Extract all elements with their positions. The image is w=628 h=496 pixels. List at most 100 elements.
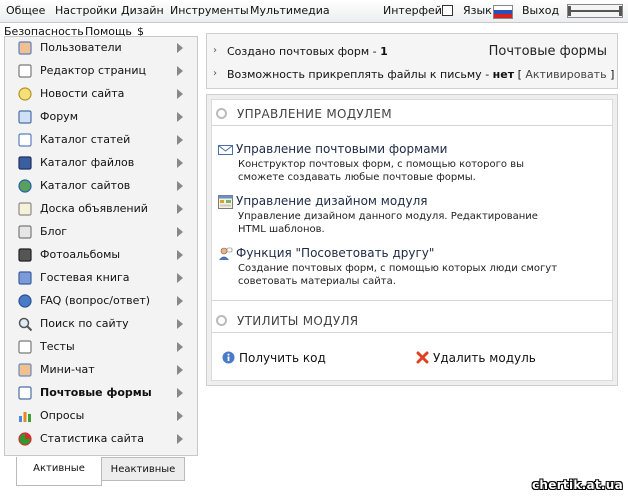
sidebar-item[interactable]: Опросы bbox=[5, 405, 197, 427]
activate-bracket-close: ] bbox=[606, 68, 615, 81]
tab-active-modules[interactable]: Активные bbox=[16, 457, 102, 486]
articles-icon bbox=[18, 133, 32, 147]
sidebar-item-label: Статистика сайта bbox=[40, 432, 144, 445]
sidebar-item[interactable]: Статистика сайта bbox=[5, 428, 197, 450]
utils-heading-text: УТИЛИТЫ МОДУЛЯ bbox=[237, 314, 359, 328]
menu-design[interactable]: Дизайн bbox=[121, 4, 164, 17]
sidebar-item[interactable]: Каталог файлов bbox=[5, 152, 197, 174]
width-slider[interactable] bbox=[567, 4, 623, 18]
module-management-heading-text: УПРАВЛЕНИЕ МОДУЛЕМ bbox=[237, 107, 392, 121]
page-editor-icon bbox=[18, 64, 32, 78]
polls-chart-icon bbox=[19, 412, 31, 422]
design-window-icon bbox=[218, 195, 233, 209]
tab-inactive-modules[interactable]: Неактивные bbox=[101, 457, 185, 481]
chevron-right-icon bbox=[177, 411, 183, 421]
chevron-right-icon bbox=[177, 43, 183, 53]
sidebar-item[interactable]: Каталог сайтов bbox=[5, 175, 197, 197]
chevron-right-icon bbox=[177, 89, 183, 99]
design-link[interactable]: Управление дизайном модуля bbox=[236, 194, 427, 208]
interface-checkbox[interactable] bbox=[442, 5, 453, 16]
menu-general[interactable]: Общее bbox=[6, 4, 45, 17]
tab-inactive-label: Неактивные bbox=[110, 464, 176, 475]
mail-forms-icon bbox=[18, 386, 32, 400]
watermark-text: chertik.at.ua bbox=[532, 478, 624, 492]
sidebar-item-label: Фотоальбомы bbox=[40, 248, 121, 261]
sidebar-item-label: Новости сайта bbox=[40, 87, 125, 100]
chat-icon bbox=[18, 363, 32, 377]
stats-pie-icon bbox=[18, 432, 32, 446]
sidebar-item-label: Тесты bbox=[40, 340, 75, 353]
sidebar-item[interactable]: Гостевая книга bbox=[5, 267, 197, 289]
slider-cap-right bbox=[619, 6, 622, 16]
mail-forms-desc: Конструктор почтовых форм, с помощью кот… bbox=[238, 159, 524, 183]
heading-bullet-icon bbox=[216, 315, 227, 326]
panel-inner: УПРАВЛЕНИЕ МОДУЛЕМ Управление почтовыми … bbox=[211, 99, 613, 381]
sidebar-item[interactable]: FAQ (вопрос/ответ) bbox=[5, 290, 197, 312]
sidebar-item[interactable]: Форум bbox=[5, 106, 197, 128]
sidebar-item[interactable]: Доска объявлений bbox=[5, 198, 197, 220]
chevron-right-icon bbox=[177, 135, 183, 145]
sidebar-item-label: Каталог файлов bbox=[40, 156, 135, 169]
menu-multimedia[interactable]: Мультимедиа bbox=[250, 4, 330, 17]
tests-icon bbox=[18, 340, 32, 354]
sidebar-item-label: Доска объявлений bbox=[40, 202, 148, 215]
sidebar-item-label: Почтовые формы bbox=[40, 386, 152, 399]
russian-flag-icon[interactable] bbox=[493, 5, 513, 19]
search-icon bbox=[18, 317, 33, 332]
module-management-panel: УПРАВЛЕНИЕ МОДУЛЕМ Управление почтовыми … bbox=[206, 94, 618, 386]
sidebar-item-label: Гостевая книга bbox=[40, 271, 130, 284]
board-icon bbox=[18, 202, 32, 216]
utils-divider bbox=[212, 332, 612, 333]
created-forms-count: 1 bbox=[380, 45, 388, 58]
sidebar-item-label: Редактор страниц bbox=[40, 64, 147, 77]
activate-link[interactable]: Активировать bbox=[525, 68, 606, 81]
mail-forms-link[interactable]: Управление почтовыми формами bbox=[236, 142, 447, 156]
sidebar-item[interactable]: Мини-чат bbox=[5, 359, 197, 381]
sidebar-item[interactable]: Тесты bbox=[5, 336, 197, 358]
forum-icon bbox=[18, 110, 32, 124]
get-code-button[interactable]: Получить код bbox=[222, 351, 326, 365]
sidebar-item-label: Мини-чат bbox=[40, 363, 95, 376]
recommend-desc: Создание почтовых форм, с помощью которы… bbox=[238, 263, 558, 287]
sidebar-item[interactable]: Почтовые формы bbox=[5, 382, 197, 404]
sites-globe-icon bbox=[18, 179, 32, 193]
recommend-link[interactable]: Функция "Посоветовать другу" bbox=[236, 246, 434, 260]
top-menu-bar: Общее Настройки Дизайн Инструменты Мульт… bbox=[0, 0, 628, 23]
menu-tools[interactable]: Инструменты bbox=[170, 4, 249, 17]
attach-files-line: › Возможность прикреплять файлы к письму… bbox=[213, 68, 614, 81]
heading-divider bbox=[212, 125, 612, 126]
design-desc: Управление дизайном данного модуля. Реда… bbox=[238, 211, 538, 235]
sidebar-item-label: Опросы bbox=[40, 409, 85, 422]
sidebar-item[interactable]: Новости сайта bbox=[5, 83, 197, 105]
sidebar-item[interactable]: Редактор страниц bbox=[5, 60, 197, 82]
utils-heading: УТИЛИТЫ МОДУЛЯ bbox=[216, 314, 358, 328]
recommend-friend-icon bbox=[219, 247, 233, 260]
exit-link[interactable]: Выход bbox=[522, 4, 559, 17]
chevron-right-icon bbox=[177, 365, 183, 375]
chevron-right-icon: › bbox=[213, 68, 217, 79]
utils-top-divider bbox=[212, 300, 612, 301]
delete-module-label: Удалить модуль bbox=[433, 351, 536, 365]
chevron-right-icon bbox=[177, 319, 183, 329]
sidebar-item-label: FAQ (вопрос/ответ) bbox=[40, 294, 151, 307]
module-management-heading: УПРАВЛЕНИЕ МОДУЛЕМ bbox=[216, 107, 392, 121]
tab-active-label: Активные bbox=[33, 463, 85, 474]
created-forms-label: Создано почтовых форм - bbox=[227, 45, 381, 58]
chevron-right-icon bbox=[177, 158, 183, 168]
sidebar-item[interactable]: Поиск по сайту bbox=[5, 313, 197, 335]
menu-settings[interactable]: Настройки bbox=[55, 4, 117, 17]
chevron-right-icon bbox=[177, 204, 183, 214]
module-title: Почтовые формы bbox=[488, 44, 607, 59]
language-label: Язык bbox=[463, 4, 492, 17]
sidebar-item[interactable]: Каталог статей bbox=[5, 129, 197, 151]
sidebar-item[interactable]: Блог bbox=[5, 221, 197, 243]
sidebar-item[interactable]: Фотоальбомы bbox=[5, 244, 197, 266]
interface-label: Интерфейс bbox=[383, 4, 448, 17]
sidebar-item[interactable]: Пользователи bbox=[5, 37, 197, 59]
sidebar-item-label: Пользователи bbox=[40, 41, 122, 54]
created-forms-line: › Создано почтовых форм - 1 bbox=[213, 45, 388, 58]
info-icon bbox=[222, 351, 235, 364]
delete-module-button[interactable]: Удалить модуль bbox=[416, 351, 536, 365]
chevron-right-icon: › bbox=[213, 45, 217, 56]
heading-bullet-icon bbox=[216, 108, 227, 119]
